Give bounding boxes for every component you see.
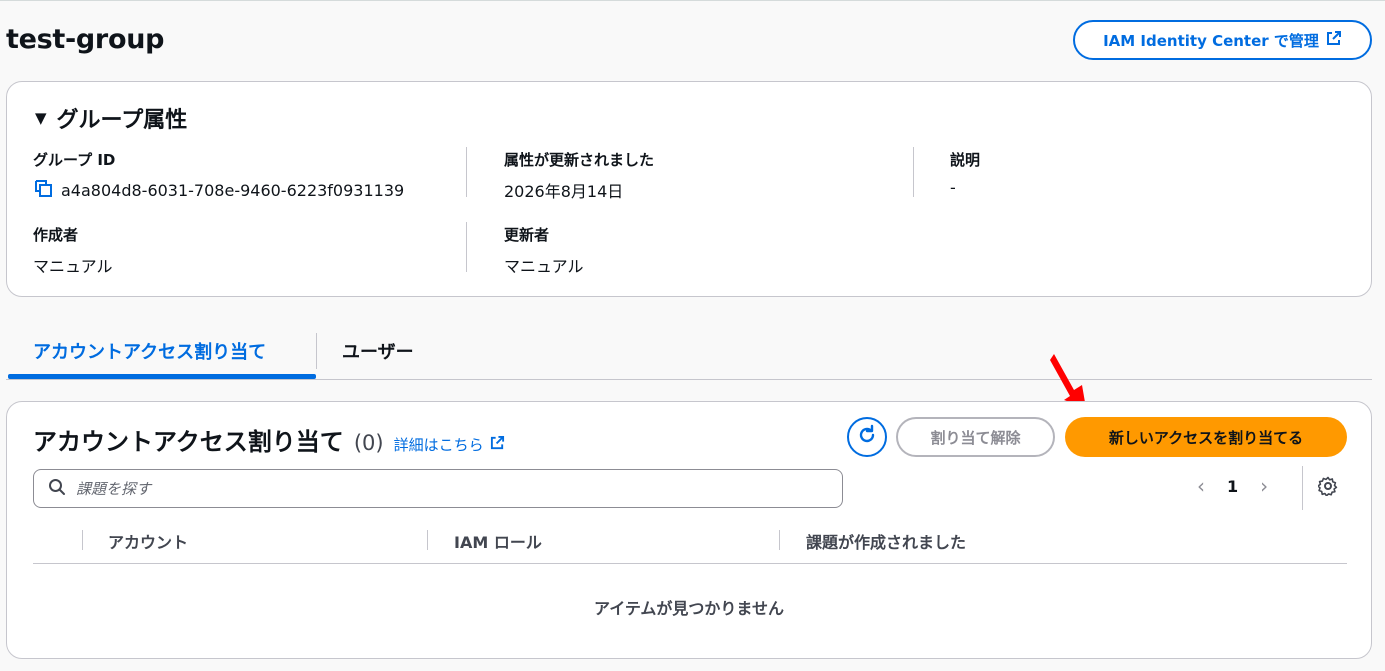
assignments-title: アカウントアクセス割り当て [33,428,344,456]
description-field: 説明 - [950,149,980,197]
top-border [0,0,1385,1]
created-by-field: 作成者 マニュアル [33,224,113,277]
column-divider [779,530,780,550]
caret-down-icon: ▼ [35,109,47,127]
column-divider [82,530,83,550]
updated-by-field: 更新者 マニュアル [504,224,584,277]
description-label: 説明 [950,151,981,169]
group-properties-heading: グループ属性 [56,108,188,133]
page-number[interactable]: 1 [1227,477,1238,496]
group-id-label: グループ ID [33,151,116,169]
updated-by-label: 更新者 [504,226,550,244]
tab-account-access[interactable]: アカウントアクセス割り当て [33,338,266,364]
copy-icon[interactable] [33,178,53,202]
assignments-count: (0) [353,431,384,455]
tab-users[interactable]: ユーザー [342,338,414,364]
previous-page-icon[interactable]: ‹ [1197,474,1205,498]
group-properties-toggle[interactable]: ▼ グループ属性 [35,102,187,134]
updated-by-value: マニュアル [504,257,584,276]
search-icon [48,478,66,500]
group-properties-panel: ▼ グループ属性 グループ ID a4a804d8-6031-708e-9460… [6,81,1372,297]
search-field[interactable] [33,469,843,508]
tab-separator [316,333,317,369]
group-id-value: a4a804d8-6031-708e-9460-6223f0931139 [61,180,405,200]
pagination: ‹ 1 › [1197,474,1268,498]
manage-in-identity-center-button[interactable]: IAM Identity Center で管理 [1073,20,1372,60]
table-header-line [33,563,1347,564]
updated-field: 属性が更新されました 2026年8月14日 [504,149,654,202]
refresh-icon [856,424,878,450]
pagination-divider [1302,466,1303,510]
updated-label: 属性が更新されました [504,151,655,169]
learn-more-link[interactable]: 詳細はこちら [394,434,505,455]
empty-state-message: アイテムが見つかりません [594,599,784,618]
tabs-baseline [6,379,1372,380]
external-link-icon [1326,30,1342,50]
column-header-iam-role[interactable]: IAM ロール [454,529,542,553]
learn-more-label: 詳細はこちら [393,436,484,454]
column-header-account[interactable]: アカウント [108,529,188,553]
search-input[interactable] [76,479,776,498]
next-page-icon[interactable]: › [1260,474,1268,498]
unassign-button[interactable]: 割り当て解除 [896,417,1055,457]
created-by-label: 作成者 [33,226,79,244]
divider [466,147,467,197]
assign-new-access-button[interactable]: 新しいアクセスを割り当てる [1065,417,1347,457]
description-value: - [950,178,956,197]
updated-value: 2026年8月14日 [504,182,624,201]
account-access-panel: アカウントアクセス割り当て (0) 詳細はこちら 割り当て解除 新しいアクセスを… [6,401,1372,659]
group-id-field: グループ ID a4a804d8-6031-708e-9460-6223f093… [33,149,404,202]
divider [913,147,914,197]
column-divider [427,530,428,550]
column-header-created[interactable]: 課題が作成されました [806,529,966,553]
external-link-icon [490,435,505,454]
divider [466,222,467,272]
gear-icon[interactable] [1317,476,1338,500]
created-by-value: マニュアル [33,257,113,276]
active-tab-indicator [8,374,316,379]
manage-button-label: IAM Identity Center で管理 [1103,31,1319,50]
page-title: test-group [6,24,165,55]
refresh-button[interactable] [847,417,887,457]
